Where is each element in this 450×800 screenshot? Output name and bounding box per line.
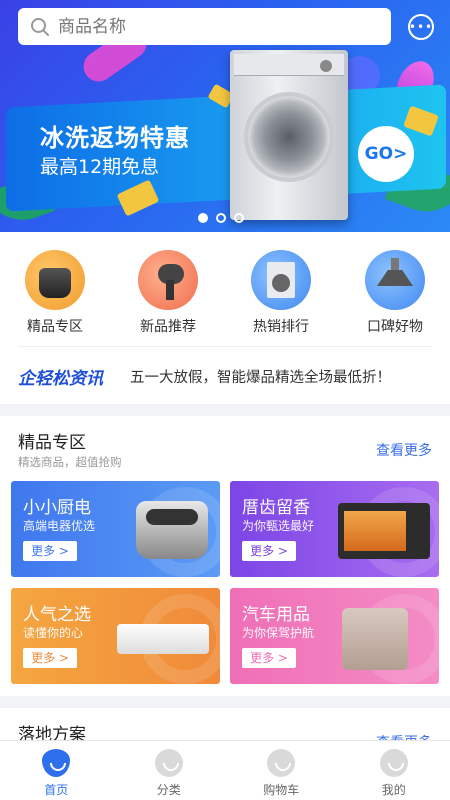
category-label: 新品推荐 bbox=[140, 319, 196, 335]
category-item-new[interactable]: 新品推荐 bbox=[113, 250, 223, 336]
cart-icon bbox=[267, 749, 296, 777]
news-ticker[interactable]: 五一大放假，智能爆品精选全场最低折！ bbox=[130, 366, 391, 387]
range-hood-icon bbox=[365, 250, 425, 310]
hair-dryer-icon bbox=[138, 250, 198, 310]
category-icon bbox=[154, 749, 183, 777]
section-subtitle: 精选商品，超值抢购 bbox=[18, 455, 122, 469]
more-button[interactable]: 更多 > bbox=[23, 541, 77, 561]
bottom-tab-bar: 首页 分类 购物车 我的 bbox=[0, 740, 450, 800]
divider bbox=[18, 346, 432, 347]
tab-home[interactable]: 首页 bbox=[0, 741, 113, 800]
category-grid: 精品专区 新品推荐 热销排行 口碑好物 企轻松资讯 五一大放假，智能爆品精选全场… bbox=[0, 232, 450, 404]
promo-tile-popular[interactable]: 人气之选 读懂你的心 更多 > bbox=[11, 588, 220, 684]
home-page: 冰洗返场特惠 最高12期免息 GO> ••• 精品专区 新品 bbox=[0, 0, 450, 800]
promo-tile-car[interactable]: 汽车用品 为你保驾护航 更多 > bbox=[230, 588, 439, 684]
charcoal-bag-image bbox=[342, 608, 408, 670]
profile-icon bbox=[379, 749, 408, 777]
promo-tile-kitchen[interactable]: 小小厨电 高端电器优选 更多 > bbox=[11, 481, 220, 577]
oven-image bbox=[338, 503, 430, 559]
view-more-link[interactable]: 查看更多 bbox=[376, 440, 432, 460]
tile-subtitle: 为你保驾护航 bbox=[242, 626, 315, 640]
tile-title: 汽车用品 bbox=[242, 605, 310, 625]
premium-section: 精品专区 精选商品，超值抢购 查看更多 小小厨电 高端电器优选 更多 > 厝齿留… bbox=[0, 416, 450, 696]
carousel-indicator bbox=[198, 213, 244, 223]
carousel-dot[interactable] bbox=[234, 213, 244, 223]
message-icon[interactable]: ••• bbox=[408, 14, 434, 40]
tab-label: 我的 bbox=[381, 783, 406, 797]
category-item-reputation[interactable]: 口碑好物 bbox=[340, 250, 450, 336]
tab-profile[interactable]: 我的 bbox=[338, 741, 450, 800]
washing-machine-image bbox=[230, 50, 348, 220]
rice-cooker-image bbox=[136, 501, 208, 559]
rice-cooker-icon bbox=[25, 250, 85, 310]
washing-machine-icon bbox=[251, 250, 311, 310]
search-icon bbox=[31, 17, 49, 36]
home-icon bbox=[42, 749, 71, 777]
more-button[interactable]: 更多 > bbox=[242, 648, 296, 668]
more-button[interactable]: 更多 > bbox=[23, 648, 77, 668]
carousel-dot[interactable] bbox=[198, 213, 208, 223]
search-bar[interactable] bbox=[18, 8, 391, 45]
air-conditioner-image bbox=[117, 624, 209, 654]
category-label: 热销排行 bbox=[253, 319, 309, 335]
category-item-hot[interactable]: 热销排行 bbox=[226, 250, 336, 336]
tab-category[interactable]: 分类 bbox=[113, 741, 226, 800]
tile-subtitle: 高端电器优选 bbox=[23, 519, 96, 533]
news-logo: 企轻松资讯 bbox=[18, 369, 103, 389]
more-button[interactable]: 更多 > bbox=[242, 541, 296, 561]
section-title: 精品专区 bbox=[18, 433, 86, 453]
banner-title: 冰洗返场特惠 bbox=[40, 124, 190, 152]
tile-title: 厝齿留香 bbox=[242, 498, 310, 518]
tab-label: 首页 bbox=[44, 783, 69, 797]
banner-go-button[interactable]: GO> bbox=[358, 126, 414, 182]
tab-label: 分类 bbox=[156, 783, 181, 797]
tile-subtitle: 为你甄选最好 bbox=[242, 519, 315, 533]
tile-subtitle: 读懂你的心 bbox=[23, 626, 84, 640]
category-item-premium[interactable]: 精品专区 bbox=[0, 250, 110, 336]
tile-title: 人气之选 bbox=[23, 605, 91, 625]
tab-cart[interactable]: 购物车 bbox=[225, 741, 338, 800]
tile-title: 小小厨电 bbox=[23, 498, 91, 518]
category-label: 精品专区 bbox=[27, 319, 83, 335]
banner-subtitle: 最高12期免息 bbox=[40, 156, 160, 178]
category-label: 口碑好物 bbox=[367, 319, 423, 335]
tab-label: 购物车 bbox=[263, 783, 300, 797]
promo-tile-food[interactable]: 厝齿留香 为你甄选最好 更多 > bbox=[230, 481, 439, 577]
carousel-dot[interactable] bbox=[216, 213, 226, 223]
search-input[interactable] bbox=[58, 16, 378, 37]
